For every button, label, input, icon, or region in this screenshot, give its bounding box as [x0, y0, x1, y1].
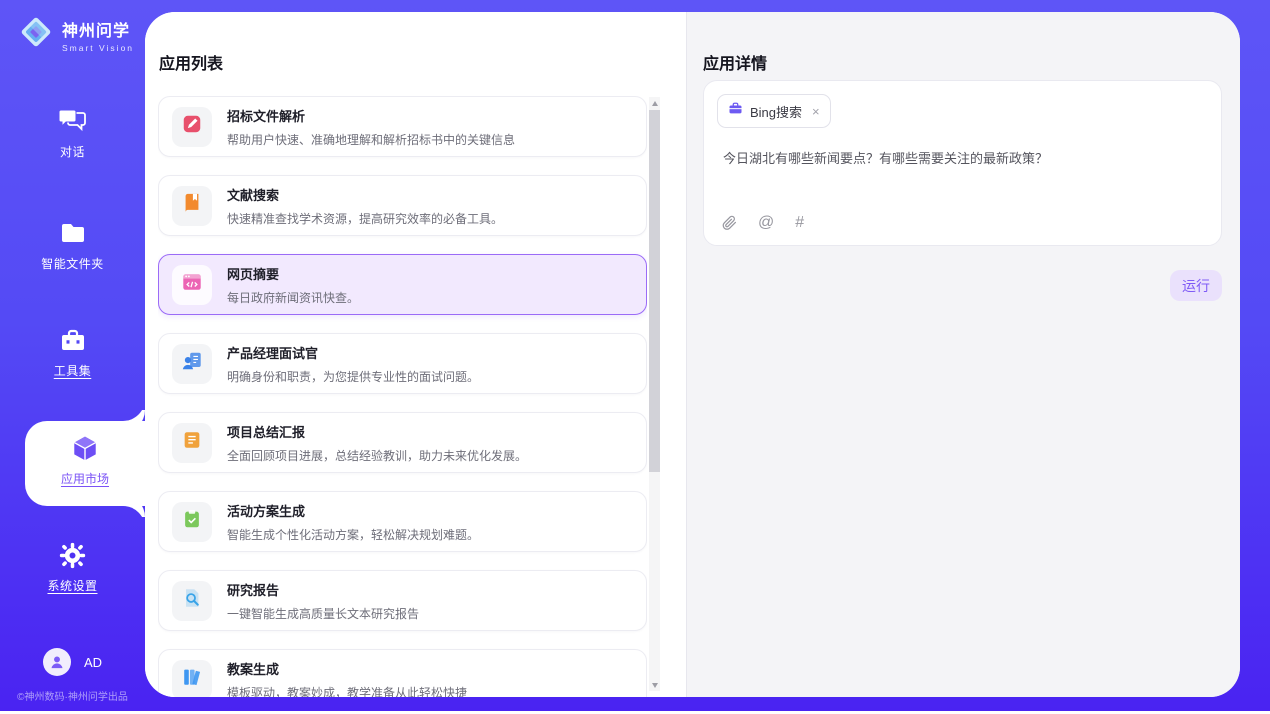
- app-desc: 每日政府新闻资讯快查。: [227, 289, 359, 306]
- app-desc: 全面回顾项目进展，总结经验教训，助力未来优化发展。: [227, 447, 527, 464]
- sidebar: 神州问学 Smart Vision 对话 智能文件夹: [0, 0, 145, 711]
- list-item-bid-doc[interactable]: 招标文件解析 帮助用户快速、准确地理解和解析招标书中的关键信息: [158, 96, 647, 157]
- paperclip-icon[interactable]: [722, 215, 737, 231]
- tag-label: Bing搜索: [750, 102, 802, 121]
- list-item-lesson-plan[interactable]: 教案生成 模板驱动，教案妙成，教学准备从此轻松快捷: [158, 649, 647, 697]
- brand-logo: 神州问学 Smart Vision: [17, 13, 134, 56]
- brand-name: 神州问学: [62, 17, 134, 41]
- book-icon: [181, 192, 203, 219]
- webpage-icon: [181, 271, 203, 298]
- books-icon: [181, 666, 203, 693]
- chat-icon: [0, 106, 145, 136]
- run-button[interactable]: 运行: [1170, 270, 1222, 301]
- list-item-literature-search[interactable]: 文献搜索 快速精准查找学术资源，提高研究效率的必备工具。: [158, 175, 647, 236]
- research-report-icon: [181, 587, 203, 614]
- content-shell: 应用列表 招标文件解析 帮助用户快速、准确地理解和解析招标书中的关键信息: [145, 12, 1240, 697]
- app-title: 文献搜索: [227, 185, 503, 204]
- app-desc: 模板驱动，教案妙成，教学准备从此轻松快捷: [227, 684, 467, 698]
- sidebar-item-label: 应用市场: [25, 470, 145, 487]
- copyright-text: ©神州数码·神州问学出品: [0, 688, 145, 703]
- sidebar-item-label: 对话: [0, 143, 145, 160]
- app-frame: 神州问学 Smart Vision 对话 智能文件夹: [0, 0, 1270, 711]
- list-item-web-summary[interactable]: 网页摘要 每日政府新闻资讯快查。: [158, 254, 647, 315]
- briefcase-icon: [728, 101, 743, 121]
- sidebar-item-label: 智能文件夹: [0, 255, 145, 272]
- close-icon[interactable]: ×: [812, 104, 820, 119]
- sidebar-item-app-market[interactable]: 应用市场: [25, 421, 145, 506]
- app-list-panel: 应用列表 招标文件解析 帮助用户快速、准确地理解和解析招标书中的关键信息: [145, 12, 686, 697]
- list-item-research-report[interactable]: 研究报告 一键智能生成高质量长文本研究报告: [158, 570, 647, 631]
- app-detail-title: 应用详情: [703, 50, 767, 74]
- at-icon[interactable]: @: [758, 214, 774, 232]
- sidebar-item-label: 工具集: [0, 362, 145, 379]
- prompt-card: Bing搜索 × 今日湖北有哪些新闻要点？有哪些需要关注的最新政策？ @ #: [703, 80, 1222, 246]
- list-item-pm-interviewer[interactable]: 产品经理面试官 明确身份和职责，为您提供专业性的面试问题。: [158, 333, 647, 394]
- cube-icon: [25, 421, 145, 464]
- diamond-logo-icon: [17, 13, 55, 56]
- app-title: 招标文件解析: [227, 106, 515, 125]
- user-account[interactable]: AD: [0, 648, 145, 676]
- app-desc: 一键智能生成高质量长文本研究报告: [227, 605, 419, 622]
- app-desc: 快速精准查找学术资源，提高研究效率的必备工具。: [227, 210, 503, 227]
- brand-subtitle: Smart Vision: [62, 43, 134, 53]
- sidebar-item-settings[interactable]: 系统设置: [0, 540, 145, 594]
- folder-icon: [0, 218, 145, 248]
- app-list: 招标文件解析 帮助用户快速、准确地理解和解析招标书中的关键信息 文献搜索 快速精…: [158, 96, 647, 697]
- user-initials: AD: [84, 655, 102, 670]
- scrollbar-thumb[interactable]: [649, 110, 660, 472]
- app-title: 活动方案生成: [227, 501, 479, 520]
- app-title: 教案生成: [227, 659, 467, 678]
- query-text-input[interactable]: 今日湖北有哪些新闻要点？有哪些需要关注的最新政策？: [723, 149, 1203, 169]
- app-list-title: 应用列表: [159, 50, 223, 74]
- hash-icon[interactable]: #: [795, 214, 804, 232]
- app-desc: 智能生成个性化活动方案，轻松解决规划难题。: [227, 526, 479, 543]
- toolbox-icon: [0, 325, 145, 355]
- sidebar-item-toolset[interactable]: 工具集: [0, 325, 145, 379]
- app-detail-panel: 应用详情 Bing搜索 × 今日湖北有哪些新闻要点？有哪些需要关注的最新政策？: [686, 12, 1240, 697]
- avatar: [43, 648, 71, 676]
- bing-search-tag[interactable]: Bing搜索 ×: [717, 94, 831, 128]
- scroll-down-icon[interactable]: [649, 679, 660, 691]
- app-title: 项目总结汇报: [227, 422, 527, 441]
- sidebar-item-chat[interactable]: 对话: [0, 106, 145, 160]
- scroll-up-icon[interactable]: [649, 97, 660, 109]
- gear-icon: [0, 540, 145, 570]
- app-title: 网页摘要: [227, 264, 359, 283]
- interviewer-icon: [181, 350, 203, 377]
- input-toolbar: @ #: [722, 214, 804, 232]
- app-title: 研究报告: [227, 580, 419, 599]
- summary-note-icon: [181, 429, 203, 456]
- app-title: 产品经理面试官: [227, 343, 479, 362]
- list-item-activity-plan[interactable]: 活动方案生成 智能生成个性化活动方案，轻松解决规划难题。: [158, 491, 647, 552]
- list-scrollbar[interactable]: [649, 97, 660, 691]
- bid-doc-icon: [181, 113, 203, 140]
- clipboard-check-icon: [181, 508, 203, 535]
- list-item-project-summary[interactable]: 项目总结汇报 全面回顾项目进展，总结经验教训，助力未来优化发展。: [158, 412, 647, 473]
- app-desc: 明确身份和职责，为您提供专业性的面试问题。: [227, 368, 479, 385]
- sidebar-item-smart-folder[interactable]: 智能文件夹: [0, 218, 145, 272]
- sidebar-item-label: 系统设置: [0, 577, 145, 594]
- app-desc: 帮助用户快速、准确地理解和解析招标书中的关键信息: [227, 131, 515, 148]
